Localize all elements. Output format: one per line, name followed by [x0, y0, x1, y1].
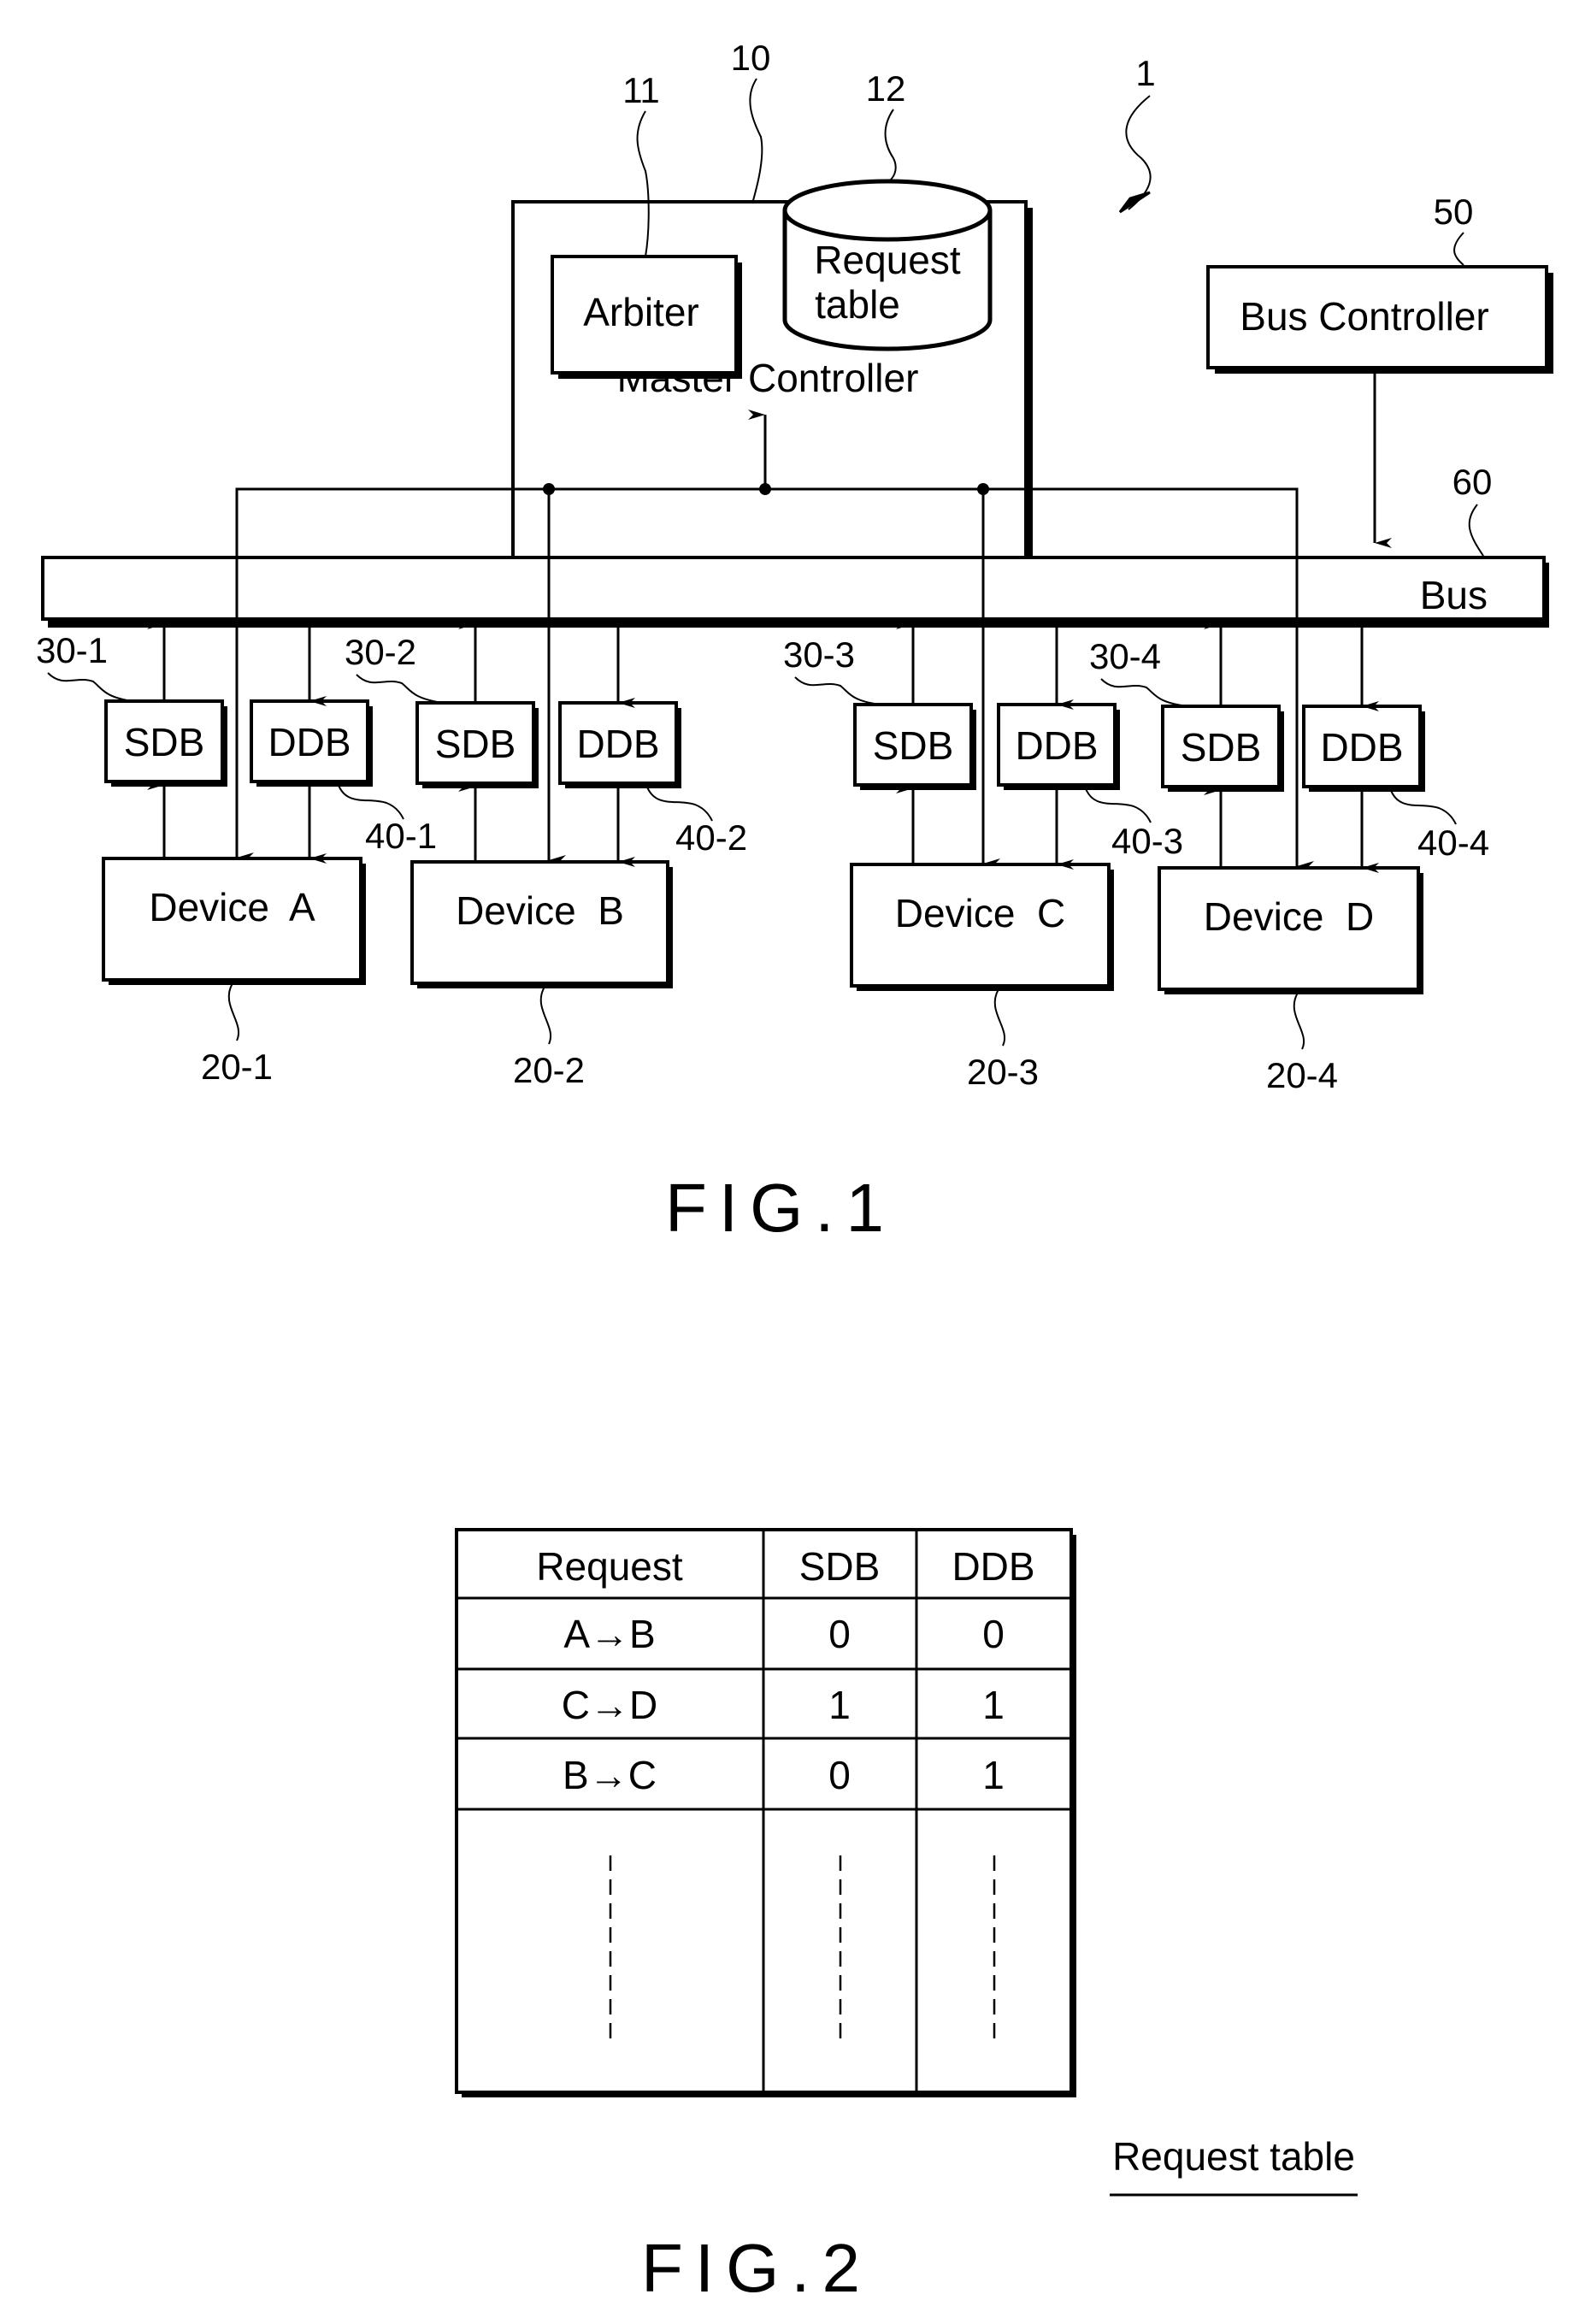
device-label: Device C: [895, 891, 1065, 935]
master-controller-ref: 10: [731, 38, 771, 78]
table-cell: 0: [982, 1612, 1005, 1656]
arbiter-ref: 11: [622, 70, 660, 110]
sdb-leader: [794, 676, 881, 705]
system-ref-arrowhead: [1118, 191, 1151, 214]
system-reference: 1: [1118, 53, 1156, 214]
bus-label: Bus: [1420, 573, 1488, 617]
sdb-label: SDB: [1181, 725, 1262, 770]
patent-drawing-page: 1 Master Controller 10 Arbiter 11 Reques…: [0, 0, 1591, 2324]
device-label: Device B: [456, 888, 624, 933]
request-table-store-ref: 12: [866, 68, 906, 109]
table-cell: 1: [828, 1683, 851, 1727]
figure-1: 1 Master Controller 10 Arbiter 11 Reques…: [36, 38, 1553, 1246]
table-cell: 0: [828, 1612, 851, 1656]
bus-ref: 60: [1453, 462, 1493, 502]
device-label: Device A: [149, 885, 315, 929]
figure-2: Request SDB DDB A→B 0 0 C→D 1 1 B→C 0 1 Request tab…: [455, 1528, 1358, 2306]
device-leader: [1293, 992, 1305, 1050]
request-table-store: Request table 12: [782, 68, 993, 351]
junction-dot: [759, 483, 771, 495]
table-cell: 1: [982, 1683, 1005, 1727]
ddb-ref: 40-3: [1111, 821, 1183, 861]
ddb-label: DDB: [1320, 725, 1403, 770]
table-cell: B→C: [563, 1753, 657, 1797]
request-table-store-label-line1: Request: [814, 238, 961, 282]
ddb-ref: 40-2: [675, 817, 747, 858]
bus-controller-ref: 50: [1434, 192, 1474, 232]
system-ref-label: 1: [1135, 53, 1155, 93]
device-leader: [993, 988, 1005, 1047]
device-ref: 20-3: [967, 1052, 1039, 1092]
ddb-ref: 40-4: [1417, 823, 1489, 863]
device-label: Device D: [1204, 894, 1374, 939]
sdb-leader: [1100, 678, 1189, 707]
column-header: Request: [536, 1544, 683, 1589]
ddb-leader: [337, 782, 404, 820]
column-header: SDB: [799, 1544, 881, 1589]
sdb-label: SDB: [435, 722, 516, 766]
junction-dot: [543, 483, 555, 495]
device-groups: Device A SDB DDB 30-1 40-1 20-1 Device B SDB DDB…: [36, 619, 1489, 1095]
device-ref: 20-2: [513, 1050, 585, 1090]
figure-1-caption: FIG.1: [665, 1170, 896, 1246]
table-cell: 0: [828, 1753, 851, 1797]
device-leader: [227, 982, 239, 1041]
master-controller: Master Controller 10 Arbiter 11 Request …: [511, 38, 1033, 621]
junction-dot: [977, 483, 989, 495]
sdb-ref: 30-1: [36, 630, 108, 670]
device-ref: 20-1: [201, 1047, 273, 1087]
bus-bar: [41, 556, 1546, 621]
column-header: DDB: [952, 1544, 1034, 1589]
ddb-leader: [645, 784, 713, 822]
request-table-store-label-line2: table: [815, 282, 900, 327]
table-cell: 1: [982, 1753, 1005, 1797]
ddb-label: DDB: [1015, 723, 1098, 768]
sdb-ref: 30-4: [1089, 636, 1161, 676]
sdb-ref: 30-2: [345, 632, 416, 672]
sdb-leader: [47, 672, 133, 702]
figure-canvas: 1 Master Controller 10 Arbiter 11 Reques…: [36, 38, 1553, 2306]
arbiter-label: Arbiter: [583, 290, 698, 334]
ddb-label: DDB: [576, 722, 659, 766]
sdb-label: SDB: [873, 723, 954, 768]
master-controller-leader: [749, 78, 763, 204]
table-cell: C→D: [562, 1683, 657, 1727]
sdb-label: SDB: [124, 720, 205, 764]
bus-controller-leader: [1453, 232, 1464, 266]
device-ref: 20-4: [1266, 1055, 1338, 1095]
ddb-label: DDB: [268, 720, 351, 764]
ddb-leader: [1084, 786, 1152, 823]
ddb-ref: 40-1: [365, 816, 437, 856]
figure-2-caption: FIG.2: [641, 2230, 872, 2306]
device-leader: [539, 986, 551, 1045]
device-group: Device B SDB DDB 30-2 40-2 20-2: [345, 619, 747, 1090]
sdb-ref: 30-3: [783, 634, 855, 675]
request-table: Request SDB DDB A→B 0 0 C→D 1 1 B→C 0 1: [455, 1528, 1076, 2097]
bus-leader: [1468, 504, 1484, 557]
sdb-leader: [356, 674, 444, 704]
request-table-store-leader: [884, 109, 897, 182]
bus-controller-label: Bus Controller: [1240, 294, 1488, 339]
table-cell: A→B: [563, 1612, 655, 1656]
cylinder-top: [782, 179, 993, 242]
ddb-leader: [1389, 787, 1457, 825]
table-title: Request table: [1112, 2134, 1355, 2179]
